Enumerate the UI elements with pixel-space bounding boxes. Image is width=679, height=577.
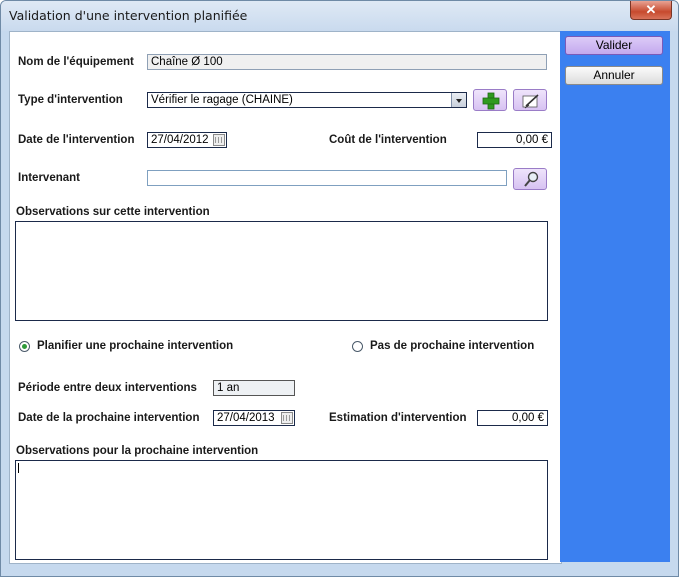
calendar-icon[interactable] [281,412,293,424]
equipment-label: Nom de l'équipement [18,56,134,68]
window-title: Validation d'une intervention planifiée [9,8,248,23]
text-caret [18,463,19,473]
intervention-type-select[interactable]: Vérifier le ragage (CHAINE) [147,92,467,108]
period-field[interactable]: 1 an [213,380,295,396]
chevron-down-icon[interactable] [451,93,466,107]
intervention-date-value: 27/04/2012 [151,134,209,146]
dialog-window: Validation d'une intervention planifiée … [0,0,679,577]
calendar-icon[interactable] [213,134,225,146]
plus-icon [482,92,500,110]
search-worker-button[interactable] [513,168,547,190]
next-date-label: Date de la prochaine intervention [18,412,200,424]
observations-textarea[interactable] [15,221,548,321]
title-bar: Validation d'une intervention planifiée … [1,1,678,31]
observations-label: Observations sur cette intervention [16,206,210,218]
intervention-date-label: Date de l'intervention [18,134,135,146]
search-icon [524,171,539,187]
cost-label: Coût de l'intervention [329,134,447,146]
next-date-value: 27/04/2013 [217,412,275,424]
form-area: Nom de l'équipement Chaîne Ø 100 Type d'… [9,31,562,564]
estimate-label: Estimation d'intervention [329,412,467,424]
plan-next-radio[interactable] [19,341,30,352]
worker-label: Intervenant [18,172,80,184]
worker-field[interactable] [147,170,507,186]
no-next-label[interactable]: Pas de prochaine intervention [370,340,534,352]
action-panel: Valider Annuler [560,31,670,562]
edit-type-button[interactable] [513,89,547,111]
validate-button[interactable]: Valider [565,36,663,55]
next-observations-label: Observations pour la prochaine intervent… [16,445,259,457]
add-type-button[interactable] [473,89,507,111]
no-next-radio[interactable] [352,341,363,352]
cost-field[interactable]: 0,00 € [477,132,552,148]
period-label: Période entre deux interventions [18,382,197,394]
intervention-type-label: Type d'intervention [18,94,123,106]
estimate-field[interactable]: 0,00 € [477,410,548,426]
equipment-field: Chaîne Ø 100 [147,54,547,70]
close-button[interactable]: ✕ [630,1,672,20]
plan-next-label[interactable]: Planifier une prochaine intervention [37,340,233,352]
intervention-date-field[interactable]: 27/04/2012 [147,132,227,148]
cancel-button[interactable]: Annuler [565,66,663,85]
next-observations-textarea[interactable] [15,460,548,560]
next-date-field[interactable]: 27/04/2013 [213,410,295,426]
close-icon: ✕ [645,2,657,17]
intervention-type-value: Vérifier le ragage (CHAINE) [151,94,293,106]
edit-icon [522,94,539,109]
